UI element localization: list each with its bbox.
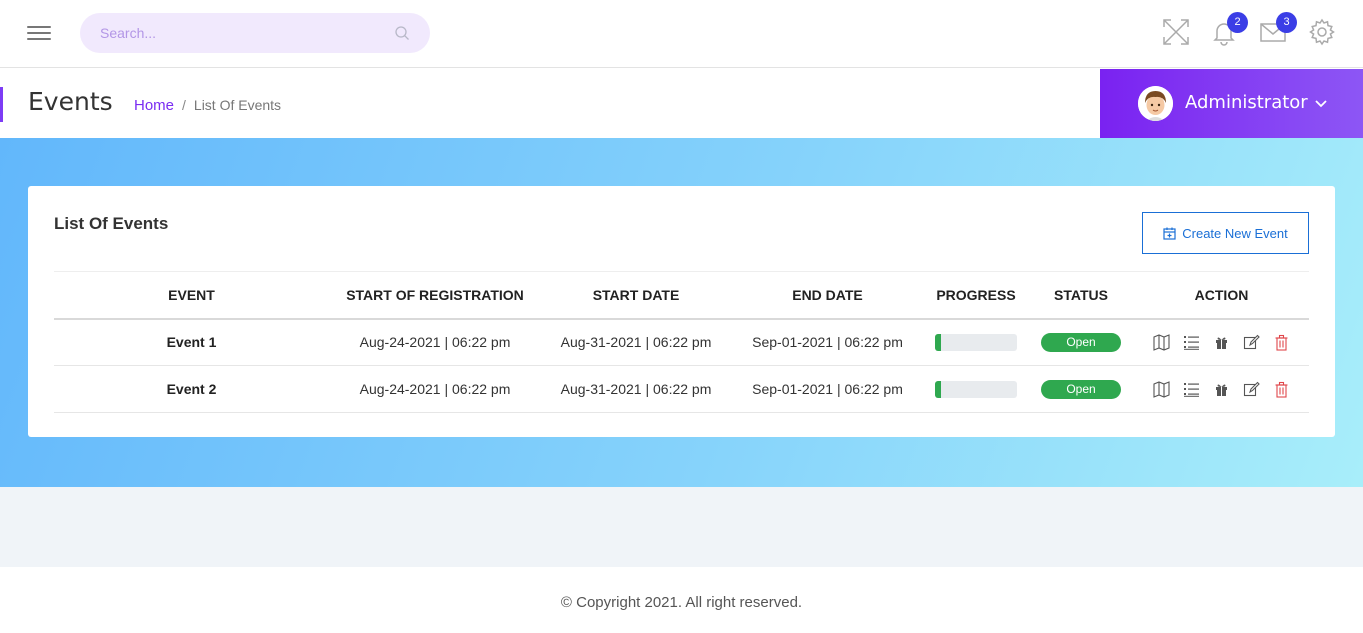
registration-date: Aug-24-2021 | 06:22 pm [329, 318, 541, 366]
action-cell [1134, 318, 1309, 366]
edit-icon[interactable] [1243, 334, 1260, 351]
map-icon[interactable] [1153, 380, 1170, 398]
breadcrumb-home-link[interactable]: Home [134, 97, 174, 114]
copyright-text: © Copyright 2021. All right reserved. [560, 594, 803, 611]
status-badge: Open [1041, 332, 1121, 352]
column-header-registration[interactable]: START OF REGISTRATION [329, 272, 541, 319]
breadcrumb: Home / List Of Events [134, 97, 281, 114]
avatar [1138, 86, 1173, 121]
card-title: List Of Events [54, 214, 169, 233]
column-header-start-date[interactable]: START DATE [541, 272, 731, 319]
notifications-button[interactable]: 2 [1210, 12, 1248, 46]
status-cell: Open [1028, 318, 1134, 366]
registration-date: Aug-24-2021 | 06:22 pm [329, 365, 541, 413]
search-box [80, 13, 430, 53]
progress-cell [924, 365, 1028, 413]
progress-fill [935, 380, 941, 398]
user-menu[interactable]: Administrator [1100, 69, 1363, 138]
column-header-event[interactable]: EVENT [54, 272, 329, 319]
progress-bar [935, 380, 1017, 398]
trash-icon[interactable] [1273, 334, 1290, 351]
user-name: Administrator [1185, 92, 1308, 113]
row-actions [1134, 380, 1309, 398]
notifications-badge: 2 [1227, 12, 1248, 33]
list-icon[interactable] [1183, 334, 1200, 351]
breadcrumb-separator: / [182, 97, 186, 113]
search-input[interactable] [80, 13, 430, 53]
start-date: Aug-31-2021 | 06:22 pm [541, 365, 731, 413]
map-icon[interactable] [1153, 333, 1170, 351]
chevron-down-icon [1315, 100, 1327, 108]
start-date: Aug-31-2021 | 06:22 pm [541, 318, 731, 366]
action-cell [1134, 365, 1309, 413]
trash-icon[interactable] [1273, 381, 1290, 398]
progress-fill [935, 334, 941, 352]
page-title: Events [28, 87, 113, 116]
fullscreen-icon[interactable] [1162, 18, 1190, 46]
end-date: Sep-01-2021 | 06:22 pm [731, 318, 924, 366]
table-row: Event 1 Aug-24-2021 | 06:22 pm Aug-31-20… [54, 318, 1309, 366]
content-background [0, 487, 1363, 567]
list-icon[interactable] [1183, 381, 1200, 398]
column-header-progress[interactable]: PROGRESS [924, 272, 1028, 319]
gear-icon[interactable] [1308, 18, 1336, 46]
progress-bar [935, 334, 1017, 352]
breadcrumb-current: List Of Events [193, 97, 282, 113]
events-card: List Of Events Create New Event EVENT ST… [28, 186, 1335, 437]
column-header-action: ACTION [1194, 286, 1249, 303]
calendar-plus-icon [1163, 227, 1176, 240]
column-header-status[interactable]: STATUS [1028, 272, 1134, 319]
page-header: Events Home / List Of Events Administrator [0, 69, 1363, 138]
header-accent-bar [0, 87, 3, 122]
footer: © Copyright 2021. All right reserved. [0, 567, 1363, 633]
end-date: Sep-01-2021 | 06:22 pm [731, 365, 924, 413]
table-row: Event 2 Aug-24-2021 | 06:22 pm Aug-31-20… [54, 365, 1309, 413]
gift-icon[interactable] [1213, 334, 1230, 351]
messages-button[interactable]: 3 [1259, 12, 1297, 46]
row-actions [1134, 333, 1309, 351]
table-header-row: EVENT START OF REGISTRATION START DATE E… [54, 271, 1309, 319]
menu-icon[interactable] [27, 26, 51, 42]
edit-icon[interactable] [1243, 381, 1260, 398]
create-event-label: Create New Event [1182, 225, 1288, 241]
status-cell: Open [1028, 365, 1134, 413]
progress-cell [924, 318, 1028, 366]
messages-badge: 3 [1276, 12, 1297, 33]
top-navbar: 2 3 [0, 0, 1363, 68]
status-badge: Open [1041, 379, 1121, 399]
gift-icon[interactable] [1213, 381, 1230, 398]
search-icon[interactable] [394, 25, 410, 41]
column-header-end-date[interactable]: END DATE [731, 272, 924, 319]
event-name: Event 1 [54, 318, 329, 366]
create-event-button[interactable]: Create New Event [1142, 212, 1309, 254]
event-name: Event 2 [54, 365, 329, 413]
events-table: EVENT START OF REGISTRATION START DATE E… [54, 271, 1309, 413]
